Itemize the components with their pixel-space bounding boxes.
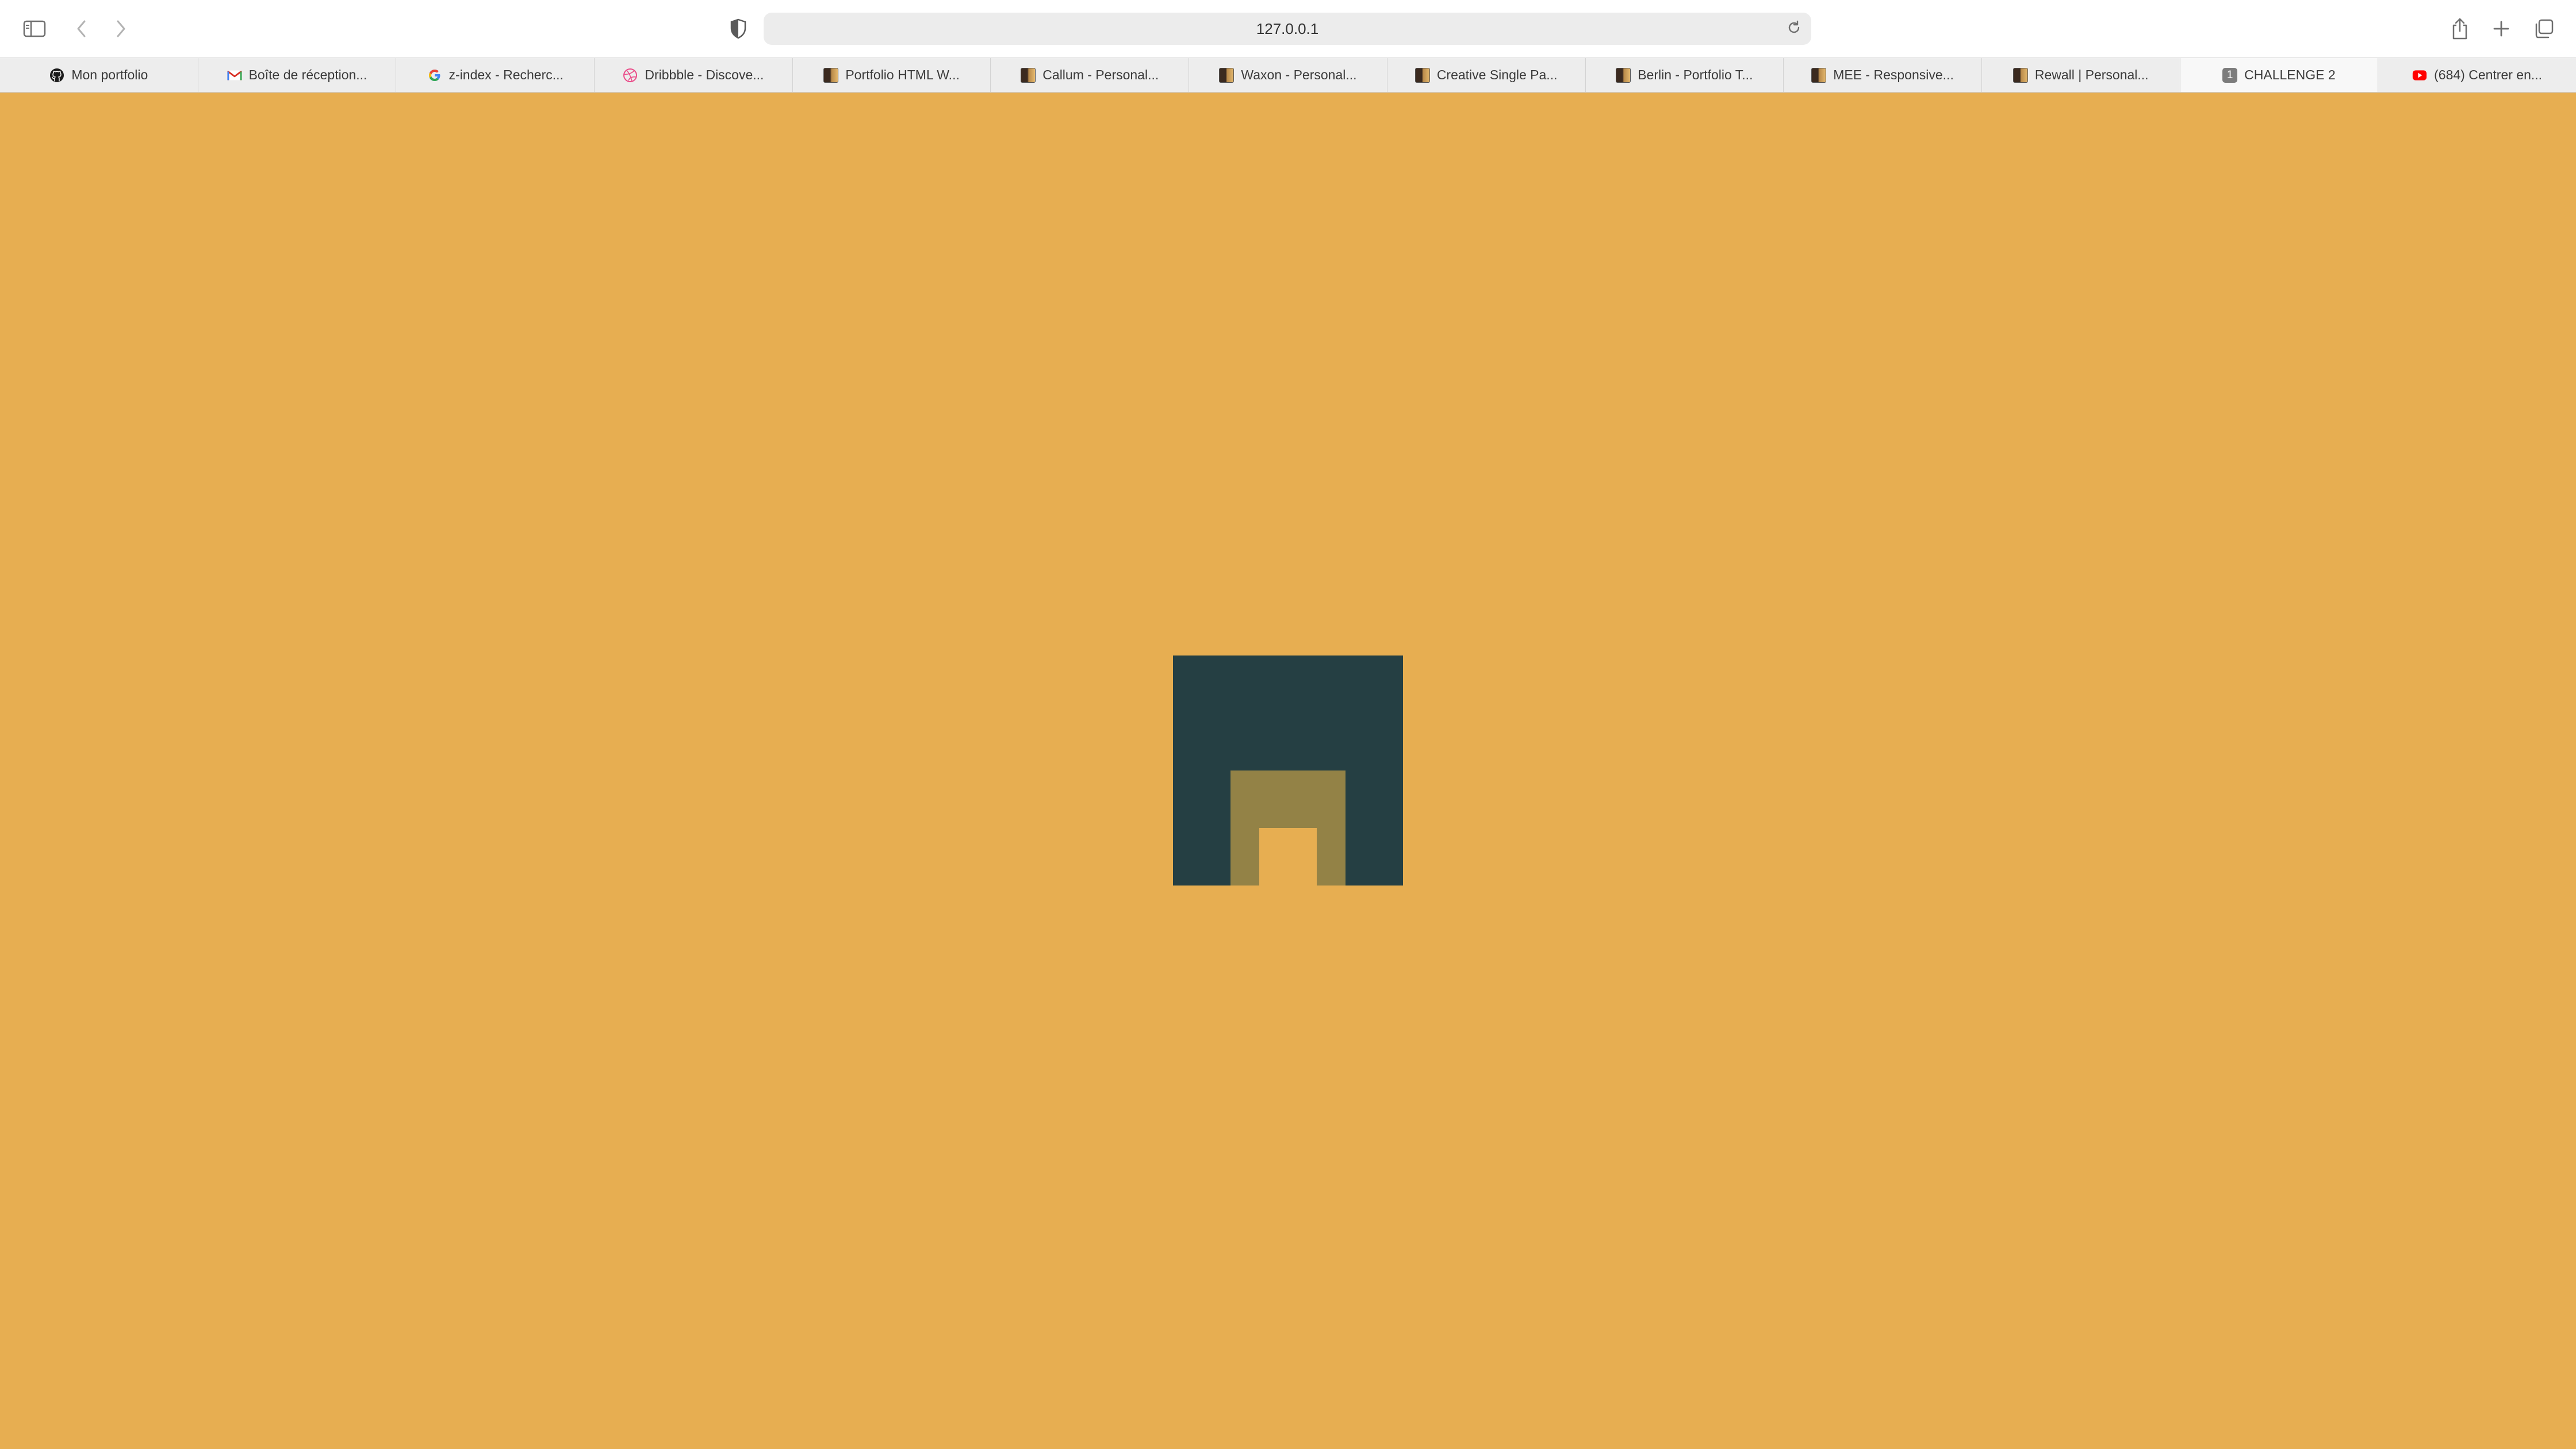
tab-challenge-2[interactable]: 1 CHALLENGE 2 — [2180, 58, 2379, 92]
sidebar-icon — [23, 20, 46, 38]
address-bar[interactable]: 127.0.0.1 — [764, 13, 1811, 45]
tab-rewall[interactable]: Rewall | Personal... — [1982, 58, 2180, 92]
tab-label: MEE - Responsive... — [1833, 67, 1954, 82]
page-content — [0, 93, 2576, 1449]
outer-square — [1173, 656, 1403, 885]
tab-label: Rewall | Personal... — [2034, 67, 2149, 82]
forward-button[interactable] — [105, 13, 137, 45]
tab-label: CHALLENGE 2 — [2244, 67, 2336, 82]
tab-berlin[interactable]: Berlin - Portfolio T... — [1586, 58, 1784, 92]
tab-label: Creative Single Pa... — [1436, 67, 1558, 82]
tab-label: Berlin - Portfolio T... — [1638, 67, 1753, 82]
tab-waxon[interactable]: Waxon - Personal... — [1189, 58, 1387, 92]
sidebar-toggle-button[interactable] — [18, 13, 51, 45]
portrait-thumbnail-icon — [1616, 67, 1631, 83]
middle-square — [1230, 770, 1346, 885]
tab-label: Waxon - Personal... — [1241, 67, 1357, 82]
tab-overview-button[interactable] — [2528, 13, 2560, 45]
portrait-thumbnail-icon — [1414, 67, 1430, 83]
new-tab-button[interactable] — [2485, 13, 2517, 45]
reload-icon — [1787, 20, 1801, 38]
tab-youtube-centrer[interactable]: (684) Centrer en... — [2378, 58, 2576, 92]
chevron-right-icon — [114, 19, 128, 39]
tab-creative-single-page[interactable]: Creative Single Pa... — [1387, 58, 1586, 92]
reload-button[interactable] — [1782, 17, 1805, 40]
gmail-icon — [227, 68, 242, 83]
back-button[interactable] — [66, 13, 98, 45]
google-icon — [427, 68, 442, 83]
shield-icon — [730, 18, 747, 39]
privacy-report-button[interactable] — [722, 13, 754, 45]
tab-label: z-index - Recherc... — [448, 67, 564, 82]
tab-overview-icon — [2533, 18, 2554, 39]
address-text[interactable]: 127.0.0.1 — [764, 13, 1811, 45]
chevron-left-icon — [75, 19, 89, 39]
dribbble-icon — [623, 68, 638, 83]
portrait-thumbnail-icon — [2012, 67, 2028, 83]
github-icon — [49, 68, 64, 83]
tab-dribbble[interactable]: Dribbble - Discove... — [595, 58, 793, 92]
youtube-icon — [2412, 68, 2427, 83]
tab-gmail[interactable]: Boîte de réception... — [198, 58, 397, 92]
tab-mee[interactable]: MEE - Responsive... — [1784, 58, 1982, 92]
portrait-thumbnail-icon — [1219, 67, 1235, 83]
browser-toolbar: 127.0.0.1 — [0, 0, 2576, 57]
tab-label: (684) Centrer en... — [2434, 67, 2543, 82]
plus-icon — [2492, 20, 2510, 38]
tab-label: Mon portfolio — [71, 67, 148, 82]
share-icon — [2451, 17, 2469, 40]
tab-mon-portfolio[interactable]: Mon portfolio — [0, 58, 198, 92]
letter-badge-icon: 1 — [2222, 67, 2238, 83]
tab-label: Portfolio HTML W... — [845, 67, 960, 82]
tab-callum[interactable]: Callum - Personal... — [991, 58, 1190, 92]
tab-badge: 1 — [2222, 67, 2238, 83]
portrait-thumbnail-icon — [1021, 67, 1036, 83]
tab-z-index-search[interactable]: z-index - Recherc... — [396, 58, 595, 92]
share-button[interactable] — [2444, 13, 2476, 45]
tab-label: Callum - Personal... — [1042, 67, 1159, 82]
tab-bar: Mon portfolio Boîte de réception... z-in… — [0, 57, 2576, 93]
tab-portfolio-html[interactable]: Portfolio HTML W... — [793, 58, 991, 92]
portrait-thumbnail-icon — [823, 67, 839, 83]
tab-label: Dribbble - Discove... — [645, 67, 764, 82]
portrait-thumbnail-icon — [1811, 67, 1827, 83]
inner-square — [1259, 828, 1317, 885]
tab-label: Boîte de réception... — [248, 67, 367, 82]
